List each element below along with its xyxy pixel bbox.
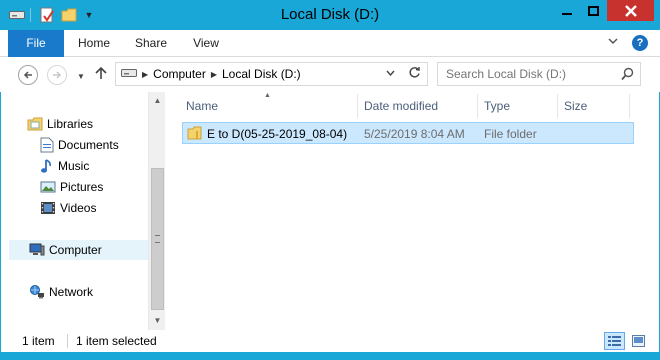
videos-icon [41, 202, 55, 214]
file-type: File folder [484, 127, 537, 141]
scrollbar-thumb[interactable] [151, 168, 164, 310]
drive-icon [121, 67, 137, 81]
help-icon[interactable]: ? [632, 35, 648, 51]
column-header-name[interactable]: Name [181, 94, 357, 118]
navigation-pane: Libraries Documents Music Pictures Video… [1, 92, 148, 330]
search-icon[interactable] [621, 67, 634, 84]
breadcrumb: ▶ Computer ▶ Local Disk (D:) [121, 67, 301, 81]
breadcrumb-local-disk[interactable]: Local Disk (D:) [222, 67, 301, 81]
nav-item-computer[interactable]: Computer [9, 240, 148, 260]
column-header-size[interactable]: Size [559, 94, 629, 118]
column-divider[interactable] [477, 94, 478, 118]
music-icon [41, 159, 51, 173]
nav-label: Videos [60, 201, 97, 215]
details-view-icon [608, 335, 621, 346]
nav-item-libraries[interactable]: Libraries [27, 114, 93, 134]
nav-item-pictures[interactable]: Pictures [40, 177, 103, 197]
address-dropdown-icon[interactable] [386, 68, 395, 78]
item-count: 1 item [22, 334, 55, 348]
large-icons-view-icon [632, 335, 645, 347]
column-divider[interactable] [357, 94, 358, 118]
address-bar[interactable]: ▶ Computer ▶ Local Disk (D:) [115, 62, 428, 86]
grip-icon [155, 235, 160, 243]
column-divider[interactable] [629, 94, 630, 118]
nav-label: Pictures [60, 180, 104, 194]
minimize-button[interactable] [553, 0, 580, 21]
scroll-down-icon[interactable]: ▼ [152, 315, 163, 327]
content-area: Libraries Documents Music Pictures Video… [1, 92, 659, 330]
breadcrumb-separator-icon[interactable]: ▶ [142, 70, 148, 79]
folder-icon [187, 126, 203, 144]
expand-ribbon-icon[interactable] [608, 36, 618, 48]
title-bar: ▼ Local Disk (D:) [0, 0, 660, 30]
breadcrumb-computer[interactable]: Computer [153, 67, 206, 81]
status-bar: 1 item 1 item selected [1, 330, 659, 352]
nav-item-music[interactable]: Music [40, 156, 89, 176]
details-view-button[interactable] [604, 332, 625, 350]
maximize-button[interactable] [580, 0, 607, 21]
search-input[interactable] [446, 66, 616, 82]
forward-button[interactable] [47, 65, 67, 85]
large-icons-view-button[interactable] [628, 332, 649, 350]
ribbon: File Home Share View ? [0, 30, 660, 57]
pictures-icon [40, 181, 56, 193]
file-row[interactable]: E to D(05-25-2019_08-04) 5/25/2019 8:04 … [182, 122, 634, 144]
documents-icon [40, 137, 54, 153]
navigation-bar: ▼ ▶ Computer ▶ Local Disk (D:) [0, 57, 660, 92]
status-separator [67, 334, 68, 348]
search-box[interactable] [437, 62, 641, 86]
tab-share[interactable]: Share [123, 30, 179, 57]
libraries-icon [27, 117, 43, 131]
nav-label: Music [58, 159, 90, 173]
nav-label: Documents [58, 138, 119, 152]
file-list: ▲ Name Date modified Type Size E to D(05… [166, 92, 659, 330]
up-button[interactable] [95, 66, 107, 83]
explorer-window: ▼ Local Disk (D:) File Home Share View ?… [0, 0, 660, 360]
back-button[interactable] [18, 65, 38, 85]
nav-item-documents[interactable]: Documents [40, 135, 119, 155]
breadcrumb-separator-icon[interactable]: ▶ [211, 70, 217, 79]
selection-status: 1 item selected [76, 334, 157, 348]
nav-item-videos[interactable]: Videos [40, 198, 96, 218]
scroll-up-icon[interactable]: ▲ [152, 95, 163, 107]
nav-item-network[interactable]: Network [29, 282, 93, 302]
computer-icon [29, 243, 45, 256]
nav-pane-scrollbar[interactable]: ▲ ▼ [148, 92, 165, 330]
column-header-date[interactable]: Date modified [359, 94, 477, 118]
refresh-icon[interactable] [408, 66, 421, 82]
file-name: E to D(05-25-2019_08-04) [207, 127, 348, 141]
column-divider[interactable] [557, 94, 558, 118]
tab-view[interactable]: View [180, 30, 232, 57]
recent-locations-icon[interactable]: ▼ [77, 72, 85, 81]
tab-file[interactable]: File [8, 30, 64, 57]
file-date: 5/25/2019 8:04 AM [364, 127, 465, 141]
tab-home[interactable]: Home [66, 30, 122, 57]
nav-label: Network [49, 285, 94, 299]
close-button[interactable] [607, 0, 654, 21]
network-icon [30, 285, 44, 299]
nav-label: Computer [49, 243, 102, 257]
column-header-type[interactable]: Type [479, 94, 557, 118]
nav-label: Libraries [47, 117, 94, 131]
